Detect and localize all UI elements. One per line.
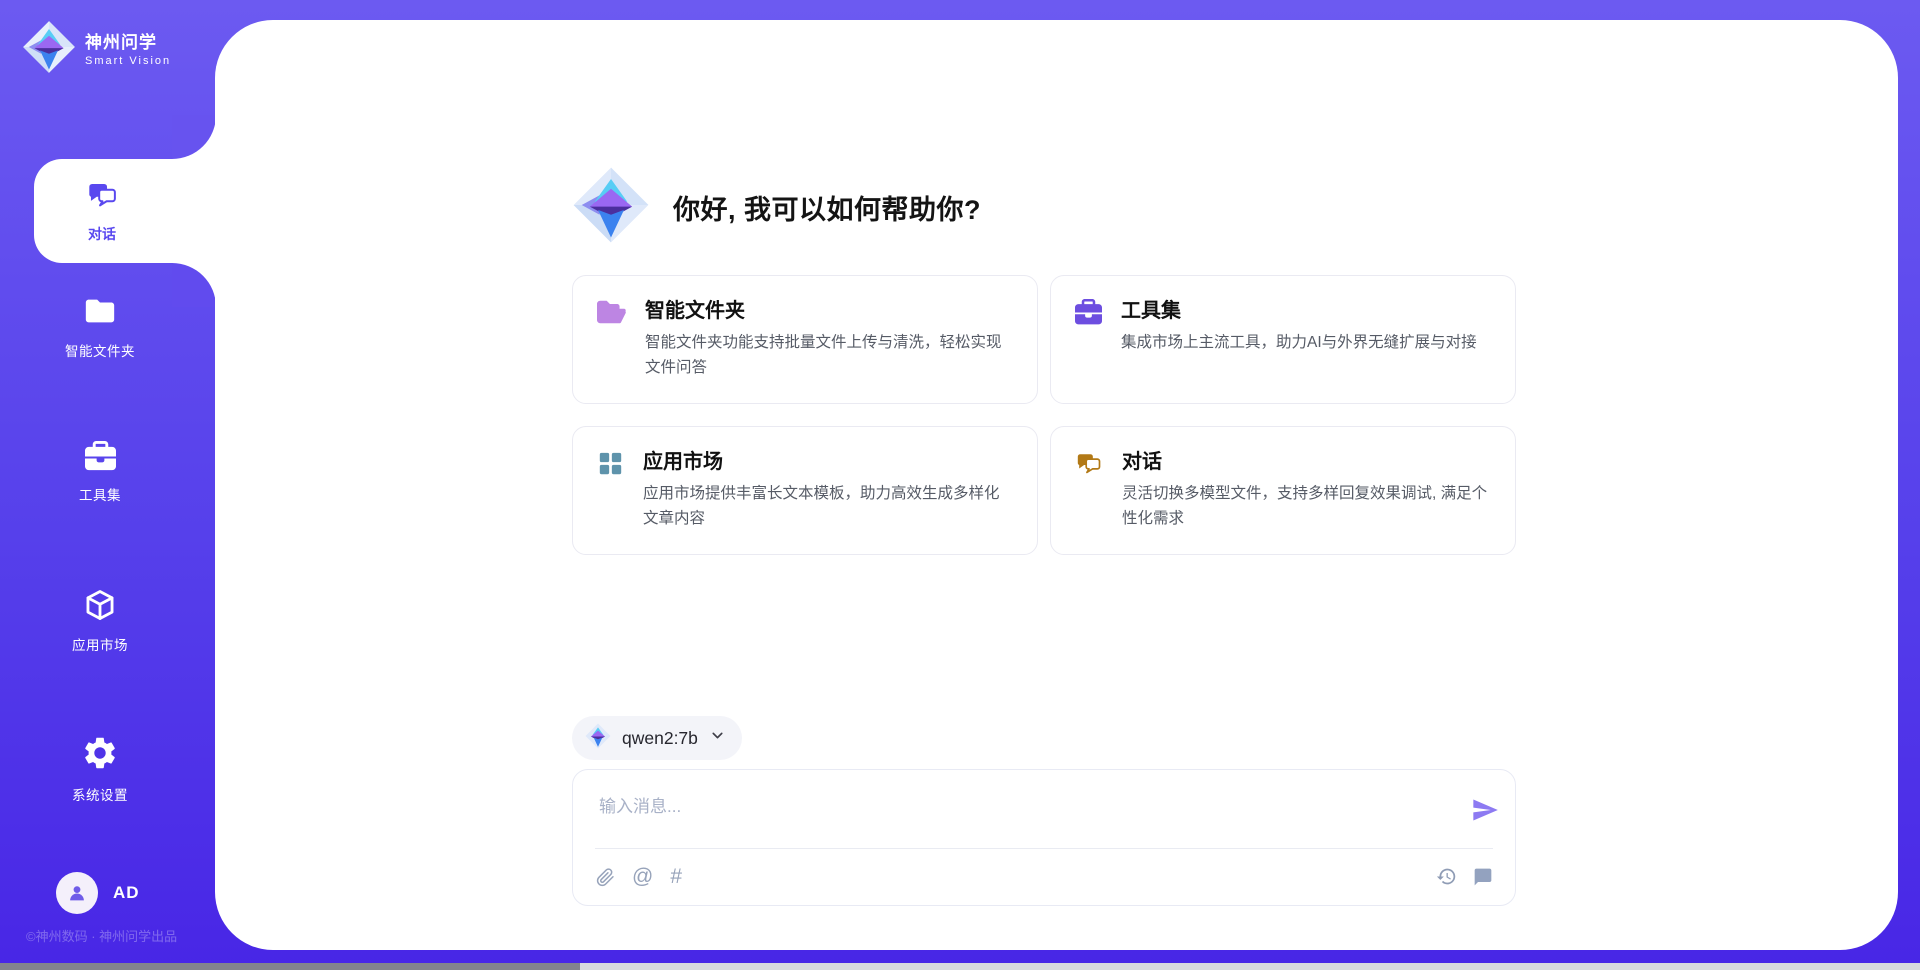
model-name: qwen2:7b — [622, 728, 698, 749]
card-title: 工具集 — [1121, 297, 1477, 325]
history-icon — [1436, 866, 1457, 887]
composer-divider — [595, 848, 1493, 849]
brand-name: 神州问学 — [85, 33, 171, 53]
sidebar-item-smart-folder[interactable]: 智能文件夹 — [0, 294, 200, 360]
message-input[interactable] — [597, 790, 1451, 842]
sidebar-item-settings[interactable]: 系统设置 — [0, 734, 200, 804]
folder-icon — [83, 294, 117, 333]
sidebar-item-label: 系统设置 — [72, 784, 128, 804]
card-description: 应用市场提供丰富长文本模板，助力高效生成多样化文章内容 — [643, 481, 1013, 531]
attach-button[interactable] — [596, 867, 615, 888]
card-description: 灵活切换多模型文件，支持多样回复效果调试, 满足个性化需求 — [1122, 481, 1491, 531]
scrollbar-thumb[interactable] — [0, 963, 580, 970]
sidebar-item-label: 工具集 — [79, 484, 121, 504]
chat-icon — [86, 179, 119, 217]
sidebar-item-label: 应用市场 — [72, 634, 128, 654]
card-smart-folder[interactable]: 智能文件夹 智能文件夹功能支持批量文件上传与清洗，轻松实现文件问答 — [572, 275, 1038, 404]
card-title: 应用市场 — [643, 448, 1013, 476]
card-toolset[interactable]: 工具集 集成市场上主流工具，助力AI与外界无缝扩展与对接 — [1050, 275, 1516, 404]
horizontal-scrollbar[interactable] — [0, 963, 1920, 970]
feedback-button[interactable] — [1473, 867, 1493, 887]
avatar — [56, 872, 98, 914]
diamond-logo-icon — [585, 723, 611, 754]
card-chat[interactable]: 对话 灵活切换多模型文件，支持多样回复效果调试, 满足个性化需求 — [1050, 426, 1516, 555]
card-title: 智能文件夹 — [645, 297, 1013, 325]
greeting-text: 你好, 我可以如何帮助你? — [673, 188, 981, 227]
chevron-down-icon — [709, 727, 726, 749]
diamond-logo-icon — [22, 20, 76, 79]
user-menu[interactable]: AD — [56, 872, 140, 914]
sidebar-item-label: 对话 — [88, 224, 116, 244]
diamond-logo-icon — [572, 166, 650, 249]
send-icon — [1471, 796, 1499, 824]
comment-icon — [1473, 867, 1493, 887]
sidebar-item-label: 智能文件夹 — [65, 340, 135, 360]
model-selector[interactable]: qwen2:7b — [572, 716, 742, 760]
briefcase-icon — [1075, 299, 1102, 382]
message-composer: @ # — [572, 769, 1516, 906]
mention-button[interactable]: @ — [632, 866, 653, 888]
brand-subtitle: Smart Vision — [85, 55, 171, 67]
cube-icon — [83, 588, 117, 627]
chat-icon — [1075, 450, 1103, 533]
user-name: AD — [113, 883, 140, 903]
sidebar-item-toolset[interactable]: 工具集 — [0, 441, 200, 504]
sidebar-item-app-market[interactable]: 应用市场 — [0, 588, 200, 654]
toolbox-icon — [85, 441, 116, 477]
sidebar-item-chat[interactable]: 对话 — [34, 159, 216, 263]
history-button[interactable] — [1436, 866, 1457, 887]
tab-fillet-top — [172, 115, 216, 159]
topic-button[interactable]: # — [670, 866, 682, 888]
send-button[interactable] — [1471, 796, 1499, 824]
card-title: 对话 — [1122, 448, 1491, 476]
card-description: 集成市场上主流工具，助力AI与外界无缝扩展与对接 — [1121, 330, 1477, 355]
folder-open-icon — [597, 299, 626, 382]
main-panel: 你好, 我可以如何帮助你? 智能文件夹 智能文件夹功能支持批量文件上传与清洗，轻… — [215, 20, 1898, 950]
feature-cards: 智能文件夹 智能文件夹功能支持批量文件上传与清洗，轻松实现文件问答 工具集 集成… — [572, 275, 1516, 555]
copyright: ©神州数码 · 神州问学出品 — [26, 926, 177, 945]
greeting: 你好, 我可以如何帮助你? — [572, 166, 981, 249]
card-description: 智能文件夹功能支持批量文件上传与清洗，轻松实现文件问答 — [645, 330, 1013, 380]
paperclip-icon — [596, 867, 615, 888]
card-app-market[interactable]: 应用市场 应用市场提供丰富长文本模板，助力高效生成多样化文章内容 — [572, 426, 1038, 555]
grid-icon — [597, 450, 624, 533]
gear-icon — [81, 734, 119, 777]
brand: 神州问学 Smart Vision — [22, 20, 171, 79]
